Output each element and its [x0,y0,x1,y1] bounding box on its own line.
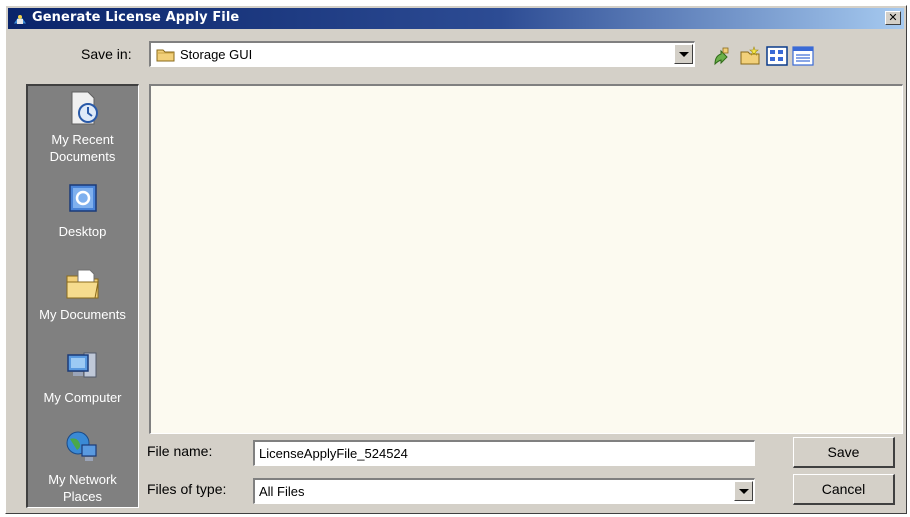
my-computer-icon [66,352,96,378]
save-in-value: Storage GUI [180,47,253,62]
recent-documents-icon [71,91,98,125]
place-my-computer[interactable]: My Computer [28,347,137,406]
desktop-icon [68,184,97,212]
save-in-dropdown[interactable]: Storage GUI [149,41,695,67]
list-view-icon[interactable] [766,46,788,66]
place-label: Desktop [58,224,107,239]
place-label: My Computer [43,390,122,405]
folder-icon [156,49,175,62]
save-in-label: Save in: [81,46,132,62]
places-bar: My Recent Documents Desktop My Documents [26,84,139,508]
file-type-label: Files of type: [147,481,227,497]
place-my-network-places[interactable]: My Network Places [28,429,137,505]
save-in-dropdown-button[interactable] [674,44,693,64]
file-name-label: File name: [147,443,213,459]
title-bar[interactable]: Generate License Apply File ✕ [8,8,904,29]
window-title: Generate License Apply File [32,10,240,25]
file-type-dropdown-button[interactable] [734,481,753,501]
file-type-value: All Files [259,484,305,499]
details-view-icon[interactable] [792,46,814,66]
save-dialog: Generate License Apply File ✕ Save in: S… [5,5,907,514]
file-type-dropdown[interactable]: All Files [253,478,755,504]
close-icon: ✕ [888,11,898,24]
place-my-recent-documents[interactable]: My Recent Documents [28,89,137,165]
file-name-value: LicenseApplyFile_524524 [259,446,408,461]
place-label: My Documents [39,307,126,322]
create-new-folder-icon[interactable] [739,46,761,66]
place-my-documents[interactable]: My Documents [28,264,137,323]
my-documents-icon [66,269,99,299]
file-list[interactable] [149,84,903,434]
save-button-label: Save [827,444,860,460]
cancel-button-label: Cancel [821,481,866,497]
file-name-field[interactable]: LicenseApplyFile_524524 [253,440,755,466]
close-button[interactable]: ✕ [885,11,901,25]
save-button[interactable]: Save [793,437,895,468]
place-desktop[interactable]: Desktop [28,181,137,240]
app-icon [12,13,28,25]
up-one-level-icon[interactable] [711,46,733,66]
place-label: My Network Places [48,472,117,504]
network-places-icon [66,431,97,461]
place-label: My Recent Documents [49,132,116,164]
cancel-button[interactable]: Cancel [793,474,895,505]
